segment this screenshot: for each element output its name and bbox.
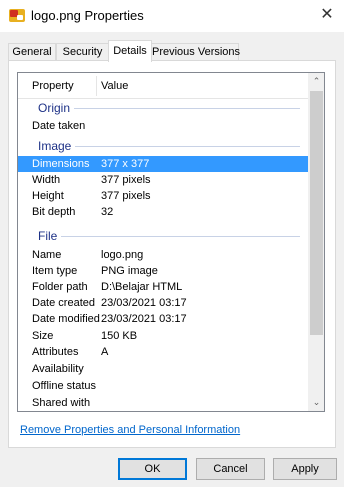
- property-value: PNG image: [101, 265, 158, 277]
- list-header: Property Value: [18, 73, 308, 99]
- property-value: 23/03/2021 03:17: [101, 297, 187, 309]
- group-header-image: Image: [18, 138, 308, 154]
- list-row-size[interactable]: Size 150 KB: [18, 328, 308, 344]
- property-value: 377 pixels: [101, 190, 151, 202]
- list-row-shared-with[interactable]: Shared with: [18, 395, 308, 411]
- column-header-value[interactable]: Value: [101, 73, 128, 99]
- group-divider: [38, 236, 300, 237]
- property-name: Date taken: [32, 120, 86, 132]
- property-name: Name: [32, 249, 62, 261]
- list-row-availability[interactable]: Availability: [18, 361, 308, 377]
- vertical-scrollbar[interactable]: ⌃ ⌄: [308, 73, 324, 411]
- list-row-folder-path[interactable]: Folder path D:\Belajar HTML: [18, 279, 308, 295]
- remove-properties-link[interactable]: Remove Properties and Personal Informati…: [20, 424, 240, 436]
- group-divider: [38, 108, 300, 109]
- property-name: Size: [32, 330, 54, 342]
- scroll-up-icon[interactable]: ⌃: [308, 73, 324, 90]
- property-name: Dimensions: [32, 158, 90, 170]
- list-row-item-type[interactable]: Item type PNG image: [18, 263, 308, 279]
- property-name: Availability: [32, 363, 84, 375]
- property-value: 150 KB: [101, 330, 138, 342]
- property-value: 32: [101, 206, 114, 218]
- group-divider: [38, 146, 300, 147]
- property-value: logo.png: [101, 249, 144, 261]
- scroll-down-icon[interactable]: ⌄: [308, 394, 324, 411]
- list-row-dimensions[interactable]: Dimensions 377 x 377: [18, 156, 308, 172]
- property-value: 377 pixels: [101, 174, 151, 186]
- list-row-date-modified[interactable]: Date modified 23/03/2021 03:17: [18, 311, 308, 327]
- title-bar: logo.png Properties ✕: [0, 0, 344, 32]
- property-name: Attributes: [32, 346, 79, 358]
- tab-general[interactable]: General: [8, 43, 56, 61]
- column-divider[interactable]: [96, 76, 97, 96]
- property-name: Item type: [32, 265, 78, 277]
- tab-previous-versions[interactable]: Previous Versions: [151, 43, 240, 61]
- group-header-file: File: [18, 228, 308, 244]
- tab-details[interactable]: Details: [108, 40, 152, 62]
- property-name: Folder path: [32, 281, 88, 293]
- window-title: logo.png Properties: [31, 8, 144, 23]
- property-name: Height: [32, 190, 64, 202]
- property-value: D:\Belajar HTML: [101, 281, 183, 293]
- group-label: Image: [38, 138, 76, 154]
- close-button[interactable]: ✕: [310, 0, 344, 32]
- property-name: Offline status: [32, 380, 96, 392]
- column-header-property[interactable]: Property: [32, 73, 74, 99]
- property-value: A: [101, 346, 109, 358]
- list-row-date-taken[interactable]: Date taken: [18, 118, 308, 134]
- list-row-offline-status[interactable]: Offline status: [18, 378, 308, 394]
- group-label: File: [38, 228, 62, 244]
- group-label: Origin: [38, 100, 75, 116]
- property-name: Date modified: [32, 313, 100, 325]
- tab-strip: General Security Details Previous Versio…: [8, 40, 336, 62]
- property-value: 377 x 377: [101, 158, 150, 170]
- image-file-icon: [9, 9, 25, 22]
- details-list[interactable]: Property Value Origin Date taken Image D…: [17, 72, 325, 412]
- property-name: Bit depth: [32, 206, 76, 218]
- scrollbar-thumb[interactable]: [310, 91, 323, 335]
- group-header-origin: Origin: [18, 100, 308, 116]
- property-name: Width: [32, 174, 61, 186]
- list-row-width[interactable]: Width 377 pixels: [18, 172, 308, 188]
- list-row-name[interactable]: Name logo.png: [18, 247, 308, 263]
- property-name: Date created: [32, 297, 95, 309]
- list-row-date-created[interactable]: Date created 23/03/2021 03:17: [18, 295, 308, 311]
- property-name: Shared with: [32, 397, 91, 409]
- apply-button[interactable]: Apply: [273, 458, 337, 480]
- list-row-attributes[interactable]: Attributes A: [18, 344, 308, 360]
- property-value: 23/03/2021 03:17: [101, 313, 187, 325]
- cancel-button[interactable]: Cancel: [196, 458, 265, 480]
- list-row-bit-depth[interactable]: Bit depth 32: [18, 204, 308, 220]
- ok-button[interactable]: OK: [118, 458, 187, 480]
- list-row-height[interactable]: Height 377 pixels: [18, 188, 308, 204]
- tab-security[interactable]: Security: [56, 43, 109, 61]
